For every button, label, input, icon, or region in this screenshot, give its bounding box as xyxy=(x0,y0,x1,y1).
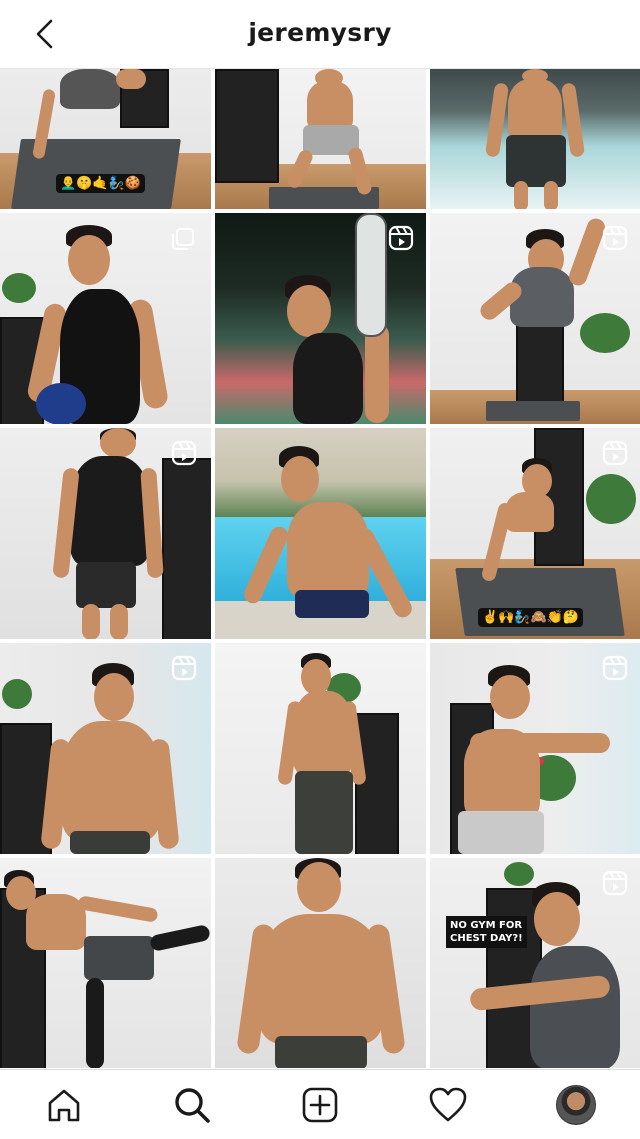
reel-icon xyxy=(602,655,628,681)
nav-search-button[interactable] xyxy=(168,1081,216,1129)
top-header: jeremysry xyxy=(0,0,640,69)
nav-create-button[interactable] xyxy=(296,1081,344,1129)
grid-post[interactable] xyxy=(215,643,426,854)
grid-post[interactable] xyxy=(0,213,211,424)
grid-post[interactable]: ✌️🙌🧞🙈👏🤔 xyxy=(430,428,640,639)
grid-post[interactable] xyxy=(430,643,640,854)
post-caption-text: NO GYM FOR CHEST DAY?! xyxy=(446,916,527,948)
plus-square-icon xyxy=(302,1087,338,1122)
profile-username-title: jeremysry xyxy=(248,18,392,47)
profile-avatar xyxy=(556,1084,596,1125)
search-icon xyxy=(175,1087,210,1123)
grid-post[interactable] xyxy=(0,428,211,639)
grid-post[interactable] xyxy=(0,858,211,1068)
emoji-caption: 👨‍🦲🤫🤙🧞🍪 xyxy=(56,174,145,193)
reel-icon xyxy=(602,870,628,896)
grid-post[interactable] xyxy=(0,643,211,854)
grid-post[interactable] xyxy=(215,428,426,639)
grid-post[interactable]: 👨‍🦲🤫🤙🧞🍪 xyxy=(0,69,211,209)
reel-icon xyxy=(171,655,197,681)
grid-post[interactable] xyxy=(215,858,426,1068)
grid-post[interactable]: NO GYM FOR CHEST DAY?! xyxy=(430,858,640,1068)
post-grid: 👨‍🦲🤫🤙🧞🍪 xyxy=(0,69,640,1068)
grid-post[interactable] xyxy=(430,213,640,424)
nav-profile-button[interactable] xyxy=(552,1081,600,1129)
grid-post[interactable] xyxy=(430,69,640,209)
bottom-navigation-bar xyxy=(0,1069,640,1139)
reel-icon xyxy=(171,440,197,466)
reel-icon xyxy=(602,225,628,251)
multiple-photos-icon xyxy=(172,228,194,250)
reel-icon xyxy=(388,225,414,251)
heart-icon xyxy=(429,1087,467,1121)
home-icon xyxy=(48,1089,80,1121)
nav-home-button[interactable] xyxy=(40,1081,88,1129)
grid-post[interactable] xyxy=(215,213,426,424)
emoji-caption: ✌️🙌🧞🙈👏🤔 xyxy=(478,608,584,627)
nav-activity-button[interactable] xyxy=(424,1081,472,1129)
reel-icon xyxy=(602,440,628,466)
grid-post[interactable] xyxy=(215,69,426,209)
